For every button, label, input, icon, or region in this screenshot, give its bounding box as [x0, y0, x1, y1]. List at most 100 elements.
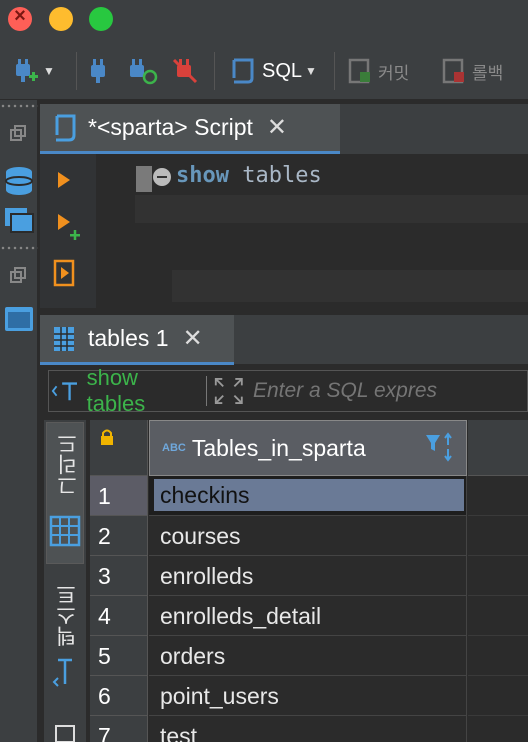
row-filler: [468, 556, 528, 596]
title-bar: [0, 0, 528, 40]
window-minimize-button[interactable]: [49, 7, 73, 31]
database-navigator-icon[interactable]: [2, 164, 36, 203]
sql-text: tables: [228, 163, 322, 188]
sql-editor-button[interactable]: SQL ▼: [228, 54, 317, 88]
table-row[interactable]: 4 enrolleds_detail: [90, 596, 528, 636]
text-cursor: [136, 166, 152, 192]
plug-add-icon: [16, 59, 38, 82]
table-cell[interactable]: courses: [149, 516, 467, 556]
window-close-button[interactable]: [8, 5, 32, 31]
string-type-icon: ABC: [162, 442, 186, 454]
commit-label: 커밋: [378, 63, 410, 83]
commit-icon: [348, 58, 370, 84]
row-number[interactable]: 1: [90, 476, 148, 516]
row-filler: [468, 636, 528, 676]
grid-corner[interactable]: [90, 420, 148, 476]
row-filler: [468, 596, 528, 636]
tab-text-view[interactable]: 텍스트: [46, 580, 84, 700]
row-number[interactable]: 6: [90, 676, 148, 716]
table-row[interactable]: 2 courses: [90, 516, 528, 556]
main-toolbar: ▼ SQL ▼ 커밋 롤백: [0, 40, 528, 100]
row-filler: [468, 516, 528, 556]
editor-tab-bar: *<sparta> Script ✕: [40, 104, 528, 154]
execute-script-icon[interactable]: [52, 258, 78, 293]
sql-keyword: show: [176, 163, 229, 188]
sql-script-icon: [232, 58, 254, 84]
connect-button[interactable]: ▼: [10, 54, 55, 88]
tab-tables-1[interactable]: tables 1 ✕: [40, 315, 234, 365]
filter-input[interactable]: [252, 379, 527, 403]
table-grid-icon: [54, 326, 74, 351]
grid-view-label: 그리드: [57, 433, 80, 496]
query-text-label[interactable]: show tables: [87, 365, 195, 417]
execute-statement-icon[interactable]: [56, 170, 72, 195]
table-cell[interactable]: enrolleds: [149, 556, 467, 596]
result-filter-bar: show tables: [48, 365, 528, 416]
toolbar-divider: [334, 52, 335, 90]
execute-new-tab-icon[interactable]: [56, 212, 82, 247]
commit-button[interactable]: 커밋: [346, 54, 409, 88]
tab-grid-view[interactable]: 그리드: [46, 422, 84, 564]
text-view-label: 텍스트: [56, 584, 79, 647]
editor-line-highlight: [172, 270, 528, 302]
tab-title: *<sparta> Script: [88, 114, 253, 140]
filter-sort-icon[interactable]: [424, 431, 460, 465]
filter-divider: [206, 376, 208, 406]
sql-text-icon: [51, 382, 78, 401]
fold-collapse-icon[interactable]: [153, 168, 171, 186]
table-row[interactable]: 5 orders: [90, 636, 528, 676]
table-row[interactable]: 6 point_users: [90, 676, 528, 716]
tab-sparta-script[interactable]: *<sparta> Script ✕: [40, 104, 340, 154]
rollback-label: 롤백: [472, 63, 504, 83]
grid-header-filler: [468, 420, 528, 476]
plug-icon: [91, 59, 105, 83]
rollback-icon: [442, 58, 464, 84]
disconnect-all-button[interactable]: [170, 54, 200, 88]
row-filler: [468, 476, 528, 516]
restore-icon[interactable]: [8, 266, 28, 291]
row-number[interactable]: 3: [90, 556, 148, 596]
disconnect-button[interactable]: [86, 54, 112, 88]
table-cell[interactable]: orders: [149, 636, 467, 676]
reconnect-button[interactable]: [126, 54, 160, 88]
drag-handle[interactable]: [0, 104, 38, 108]
row-number[interactable]: 2: [90, 516, 148, 556]
results-tab-title: tables 1: [88, 325, 169, 351]
editor-gutter: [40, 154, 96, 308]
table-cell[interactable]: test: [149, 716, 467, 742]
table-row[interactable]: 3 enrolleds: [90, 556, 528, 596]
cell-value: checkins: [154, 479, 464, 511]
table-cell[interactable]: point_users: [149, 676, 467, 716]
projects-icon[interactable]: [2, 204, 36, 243]
row-number[interactable]: 4: [90, 596, 148, 636]
chevron-down-icon[interactable]: ▼: [43, 64, 55, 78]
expand-icon[interactable]: [213, 375, 245, 407]
lock-icon: [101, 429, 113, 445]
row-number[interactable]: 7: [90, 716, 148, 742]
sql-code-line[interactable]: show tables: [176, 163, 322, 188]
drag-handle[interactable]: [0, 246, 38, 250]
toolbar-divider: [76, 52, 77, 90]
close-icon[interactable]: ✕: [267, 113, 287, 142]
sql-script-icon: [55, 114, 76, 141]
table-row[interactable]: 1 checkins: [90, 476, 528, 516]
restore-icon[interactable]: [8, 124, 28, 149]
column-header-tables-in-sparta[interactable]: ABC Tables_in_sparta: [149, 420, 467, 476]
toolbar-divider: [214, 52, 215, 90]
column-header-label: Tables_in_sparta: [191, 434, 366, 461]
table-cell[interactable]: checkins: [149, 476, 467, 516]
tab-extra-view[interactable]: [50, 722, 80, 742]
table-row[interactable]: 7 test: [90, 716, 528, 742]
row-number[interactable]: 5: [90, 636, 148, 676]
results-tab-bar: tables 1 ✕: [40, 314, 528, 365]
rollback-button[interactable]: 롤백: [440, 54, 503, 88]
table-cell[interactable]: enrolleds_detail: [149, 596, 467, 636]
row-filler: [468, 676, 528, 716]
window-maximize-button[interactable]: [89, 7, 113, 31]
chevron-down-icon[interactable]: ▼: [305, 64, 317, 78]
panel-icon[interactable]: [2, 304, 36, 339]
plug-off-icon: [172, 58, 198, 84]
sql-label: SQL: [262, 59, 303, 82]
row-filler: [468, 716, 528, 742]
close-icon[interactable]: ✕: [183, 324, 203, 353]
